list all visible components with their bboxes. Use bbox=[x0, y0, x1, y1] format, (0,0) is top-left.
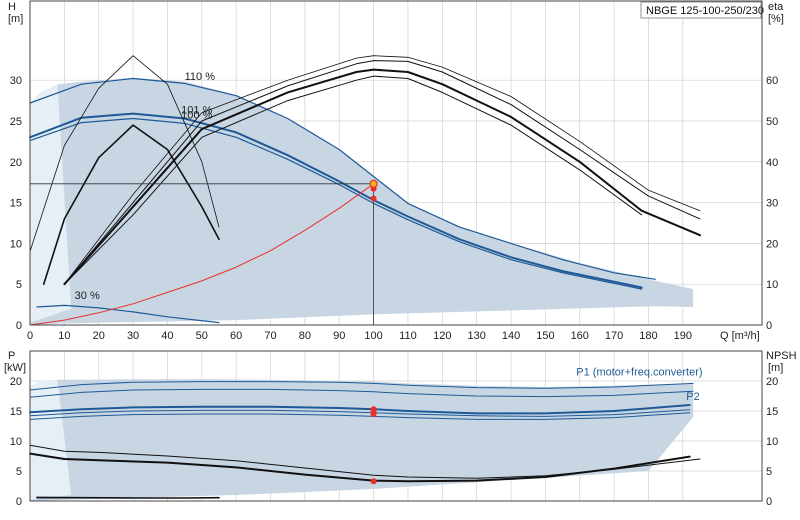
chart-title: NBGE 125-100-250/230 bbox=[646, 5, 764, 17]
left-tick-0: 0 bbox=[16, 320, 22, 332]
left-tick-20: 20 bbox=[10, 376, 22, 388]
left-tick-20: 20 bbox=[10, 157, 22, 169]
power-axis-unit: [kW] bbox=[4, 362, 26, 374]
left-tick-10: 10 bbox=[10, 238, 22, 250]
q-tick-20: 20 bbox=[93, 330, 105, 342]
left-tick-25: 25 bbox=[10, 116, 22, 128]
pump-curve-figure: 0 10 20 30 40 50 60 70 80 90 100 110 120 130 140 150 160… bbox=[0, 0, 800, 520]
head-axis-unit: [m] bbox=[8, 13, 23, 25]
curve-label-2: 100 % bbox=[181, 110, 212, 122]
q-tick-110: 110 bbox=[399, 330, 417, 342]
power-npsh-panel: 0 5 10 15 20 0 5 10 15 20 P1 (motor+freq.convert… bbox=[4, 350, 797, 508]
q-tick-80: 80 bbox=[299, 330, 311, 342]
q-tick-190: 190 bbox=[674, 330, 692, 342]
left-tick-0: 0 bbox=[16, 496, 22, 508]
left-tick-5: 5 bbox=[16, 279, 22, 291]
operating-point-marker bbox=[369, 179, 378, 189]
right-tick-60: 60 bbox=[766, 75, 778, 87]
left-tick-15: 15 bbox=[10, 406, 22, 418]
q-tick-140: 140 bbox=[502, 330, 520, 342]
right-tick-15: 15 bbox=[766, 406, 778, 418]
npsh-axis-unit: [m] bbox=[768, 362, 783, 374]
left-tick-30: 30 bbox=[10, 75, 22, 87]
head-eta-panel: 0 10 20 30 40 50 60 70 80 90 100 110 120 130 140 150 160… bbox=[8, 0, 784, 342]
q-tick-180: 180 bbox=[639, 330, 657, 342]
right-tick-10: 10 bbox=[766, 279, 778, 291]
right-tick-20: 20 bbox=[766, 376, 778, 388]
right-tick-0: 0 bbox=[766, 320, 772, 332]
q-tick-170: 170 bbox=[605, 330, 623, 342]
left-tick-10: 10 bbox=[10, 436, 22, 448]
left-tick-5: 5 bbox=[16, 466, 22, 478]
q-tick-40: 40 bbox=[161, 330, 173, 342]
duty-marker-1 bbox=[370, 195, 377, 202]
duty-marker-2 bbox=[370, 411, 377, 417]
q-axis-label: Q [m³/h] bbox=[720, 330, 760, 342]
q-tick-70: 70 bbox=[264, 330, 276, 342]
eta-axis-unit: [%] bbox=[768, 13, 784, 25]
curve-label-1: P2 bbox=[686, 391, 699, 403]
right-tick-50: 50 bbox=[766, 116, 778, 128]
q-tick-120: 120 bbox=[433, 330, 451, 342]
duty-marker-3 bbox=[370, 478, 377, 485]
q-tick-50: 50 bbox=[196, 330, 208, 342]
q-tick-10: 10 bbox=[58, 330, 70, 342]
q-tick-160: 160 bbox=[571, 330, 589, 342]
right-tick-5: 5 bbox=[766, 466, 772, 478]
curve-label-0: 110 % bbox=[185, 71, 216, 83]
q-tick-30: 30 bbox=[127, 330, 139, 342]
q-tick-100: 100 bbox=[364, 330, 382, 342]
right-tick-30: 30 bbox=[766, 198, 778, 210]
head-axis-symbol: H bbox=[8, 1, 16, 13]
q-tick-150: 150 bbox=[536, 330, 554, 342]
q-tick-130: 130 bbox=[467, 330, 485, 342]
power-axis-symbol: P bbox=[8, 350, 15, 362]
curve-label-3: 30 % bbox=[75, 290, 100, 302]
q-tick-90: 90 bbox=[333, 330, 345, 342]
q-tick-0: 0 bbox=[27, 330, 33, 342]
q-tick-60: 60 bbox=[230, 330, 242, 342]
right-tick-20: 20 bbox=[766, 238, 778, 250]
eta-axis-symbol: eta bbox=[768, 1, 784, 13]
right-tick-40: 40 bbox=[766, 157, 778, 169]
left-tick-15: 15 bbox=[10, 198, 22, 210]
right-tick-10: 10 bbox=[766, 436, 778, 448]
npsh-axis-symbol: NPSH bbox=[766, 350, 797, 362]
npsh-curve-10 bbox=[36, 496, 220, 499]
curve-label-0: P1 (motor+freq.converter) bbox=[576, 367, 702, 379]
right-tick-0: 0 bbox=[766, 496, 772, 508]
